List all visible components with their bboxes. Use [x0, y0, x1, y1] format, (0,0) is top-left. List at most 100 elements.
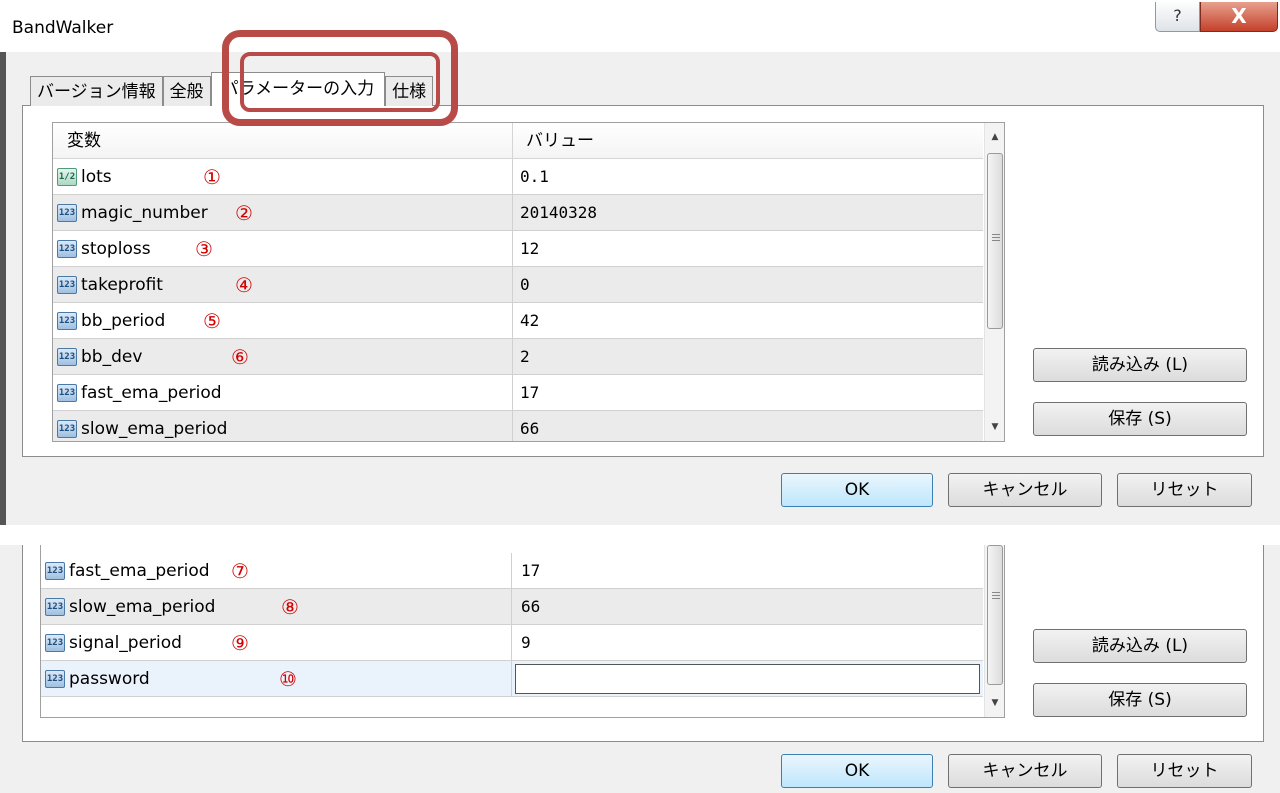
scroll-down-icon[interactable]: ▼	[985, 693, 1004, 713]
save-button[interactable]: 保存 (S)	[1033, 683, 1247, 717]
param-row[interactable]: 123 takeprofit ④ 0	[53, 267, 983, 303]
ok-button[interactable]: OK	[781, 473, 933, 507]
scroll-down-icon[interactable]: ▼	[985, 417, 1004, 437]
integer-type-icon: 123	[57, 420, 77, 438]
param-value[interactable]: 66	[520, 411, 539, 441]
column-separator	[511, 589, 512, 625]
param-value[interactable]: 0.1	[520, 159, 549, 195]
password-input[interactable]	[515, 664, 980, 694]
param-name: takeprofit	[81, 275, 163, 295]
param-row[interactable]: 123 slow_ema_period ⑧ 66	[41, 589, 983, 625]
close-button[interactable]: X	[1200, 2, 1278, 32]
parameters-dialog-scrolled: 123 fast_ema_period ⑦ 17 123 slow_ema_period ⑧…	[0, 545, 1280, 793]
parameters-dialog: BandWalker ? X バージョン情報 全般 パラメーターの入力 仕様 変…	[0, 0, 1280, 525]
param-name: lots	[81, 167, 112, 187]
param-name: stoploss	[81, 239, 151, 259]
param-value[interactable]: 17	[521, 553, 540, 589]
column-separator	[511, 661, 512, 697]
grid-scrollbar[interactable]: ▲ ▼	[984, 123, 1004, 441]
column-separator	[512, 303, 513, 339]
annotation-marker: ⑥	[231, 345, 249, 369]
integer-type-icon: 123	[57, 240, 77, 258]
integer-type-icon: 123	[45, 670, 65, 688]
annotation-marker: ⑩	[279, 667, 297, 691]
column-header-variable[interactable]: 変数	[67, 123, 101, 159]
param-row[interactable]: 123 signal_period ⑨ 9	[41, 625, 983, 661]
param-name: fast_ema_period	[69, 561, 210, 581]
param-name: bb_period	[81, 311, 166, 331]
parameters-grid: 変数 バリュー 1/2 lots ① 0.1 123 magic_number ② 20140…	[52, 122, 1005, 442]
annotation-marker: ⑨	[231, 631, 249, 655]
param-value[interactable]: 2	[520, 339, 530, 375]
column-separator	[512, 231, 513, 267]
grid-scrollbar-scrolled[interactable]: ▼	[984, 545, 1004, 717]
integer-type-icon: 123	[57, 348, 77, 366]
column-separator	[512, 411, 513, 441]
column-separator	[512, 123, 513, 159]
param-value[interactable]: 66	[521, 589, 540, 625]
param-row[interactable]: 1/2 lots ① 0.1	[53, 159, 983, 195]
param-row[interactable]: 123 stoploss ③ 12	[53, 231, 983, 267]
column-separator	[512, 339, 513, 375]
param-value[interactable]: 9	[521, 625, 531, 661]
param-value[interactable]: 17	[520, 375, 539, 411]
cancel-button[interactable]: キャンセル	[948, 754, 1102, 788]
parameters-grid-scrolled: 123 fast_ema_period ⑦ 17 123 slow_ema_period ⑧…	[40, 545, 1005, 718]
tab-version-info[interactable]: バージョン情報	[30, 76, 163, 106]
scroll-thumb[interactable]	[987, 153, 1003, 329]
annotation-marker: ①	[203, 165, 221, 189]
column-separator	[511, 553, 512, 589]
integer-type-icon: 123	[57, 312, 77, 330]
grid-header: 変数 バリュー	[53, 123, 983, 159]
param-value[interactable]: 42	[520, 303, 539, 339]
integer-type-icon: 123	[45, 598, 65, 616]
help-icon: ?	[1173, 6, 1182, 25]
title-bar: BandWalker ? X	[0, 0, 1280, 52]
integer-type-icon: 123	[45, 634, 65, 652]
scroll-grip-icon	[992, 234, 1000, 235]
param-value[interactable]: 0	[520, 267, 530, 303]
column-separator	[512, 267, 513, 303]
annotation-marker: ⑦	[231, 559, 249, 583]
annotation-marker: ⑧	[281, 595, 299, 619]
param-row[interactable]: 123 bb_dev ⑥ 2	[53, 339, 983, 375]
load-button[interactable]: 読み込み (L)	[1033, 629, 1247, 663]
param-row[interactable]: 123 fast_ema_period ⑦ 17	[41, 553, 983, 589]
scroll-thumb[interactable]	[987, 545, 1003, 685]
tab-general[interactable]: 全般	[162, 76, 211, 106]
column-header-value[interactable]: バリュー	[526, 123, 594, 159]
param-name: bb_dev	[81, 347, 143, 367]
window-title: BandWalker	[12, 18, 114, 38]
column-separator	[512, 159, 513, 195]
param-row[interactable]: 123 bb_period ⑤ 42	[53, 303, 983, 339]
param-name: magic_number	[81, 203, 208, 223]
integer-type-icon: 123	[57, 276, 77, 294]
scroll-up-icon[interactable]: ▲	[985, 127, 1004, 147]
param-value[interactable]: 12	[520, 231, 539, 267]
ok-button[interactable]: OK	[781, 754, 933, 788]
integer-type-icon: 123	[57, 384, 77, 402]
reset-button[interactable]: リセット	[1117, 754, 1252, 788]
param-row[interactable]: 123 slow_ema_period 66	[53, 411, 983, 441]
load-button[interactable]: 読み込み (L)	[1033, 348, 1247, 382]
annotation-marker: ④	[235, 273, 253, 297]
annotation-highlight-inner	[240, 52, 440, 112]
column-separator	[512, 375, 513, 411]
column-separator	[512, 195, 513, 231]
param-value[interactable]: 20140328	[520, 195, 597, 231]
param-row[interactable]: 123 fast_ema_period 17	[53, 375, 983, 411]
close-icon: X	[1231, 4, 1247, 28]
annotation-marker: ⑤	[203, 309, 221, 333]
param-row[interactable]: 123 password ⑩	[41, 661, 983, 697]
param-row[interactable]: 123 magic_number ② 20140328	[53, 195, 983, 231]
save-button[interactable]: 保存 (S)	[1033, 402, 1247, 436]
double-type-icon: 1/2	[57, 168, 77, 186]
scroll-grip-icon	[992, 592, 1000, 593]
param-name: slow_ema_period	[69, 597, 216, 617]
help-button[interactable]: ?	[1155, 2, 1200, 32]
cancel-button[interactable]: キャンセル	[948, 473, 1102, 507]
window-edge	[0, 52, 6, 525]
integer-type-icon: 123	[45, 562, 65, 580]
param-name: slow_ema_period	[81, 419, 228, 439]
reset-button[interactable]: リセット	[1117, 473, 1252, 507]
